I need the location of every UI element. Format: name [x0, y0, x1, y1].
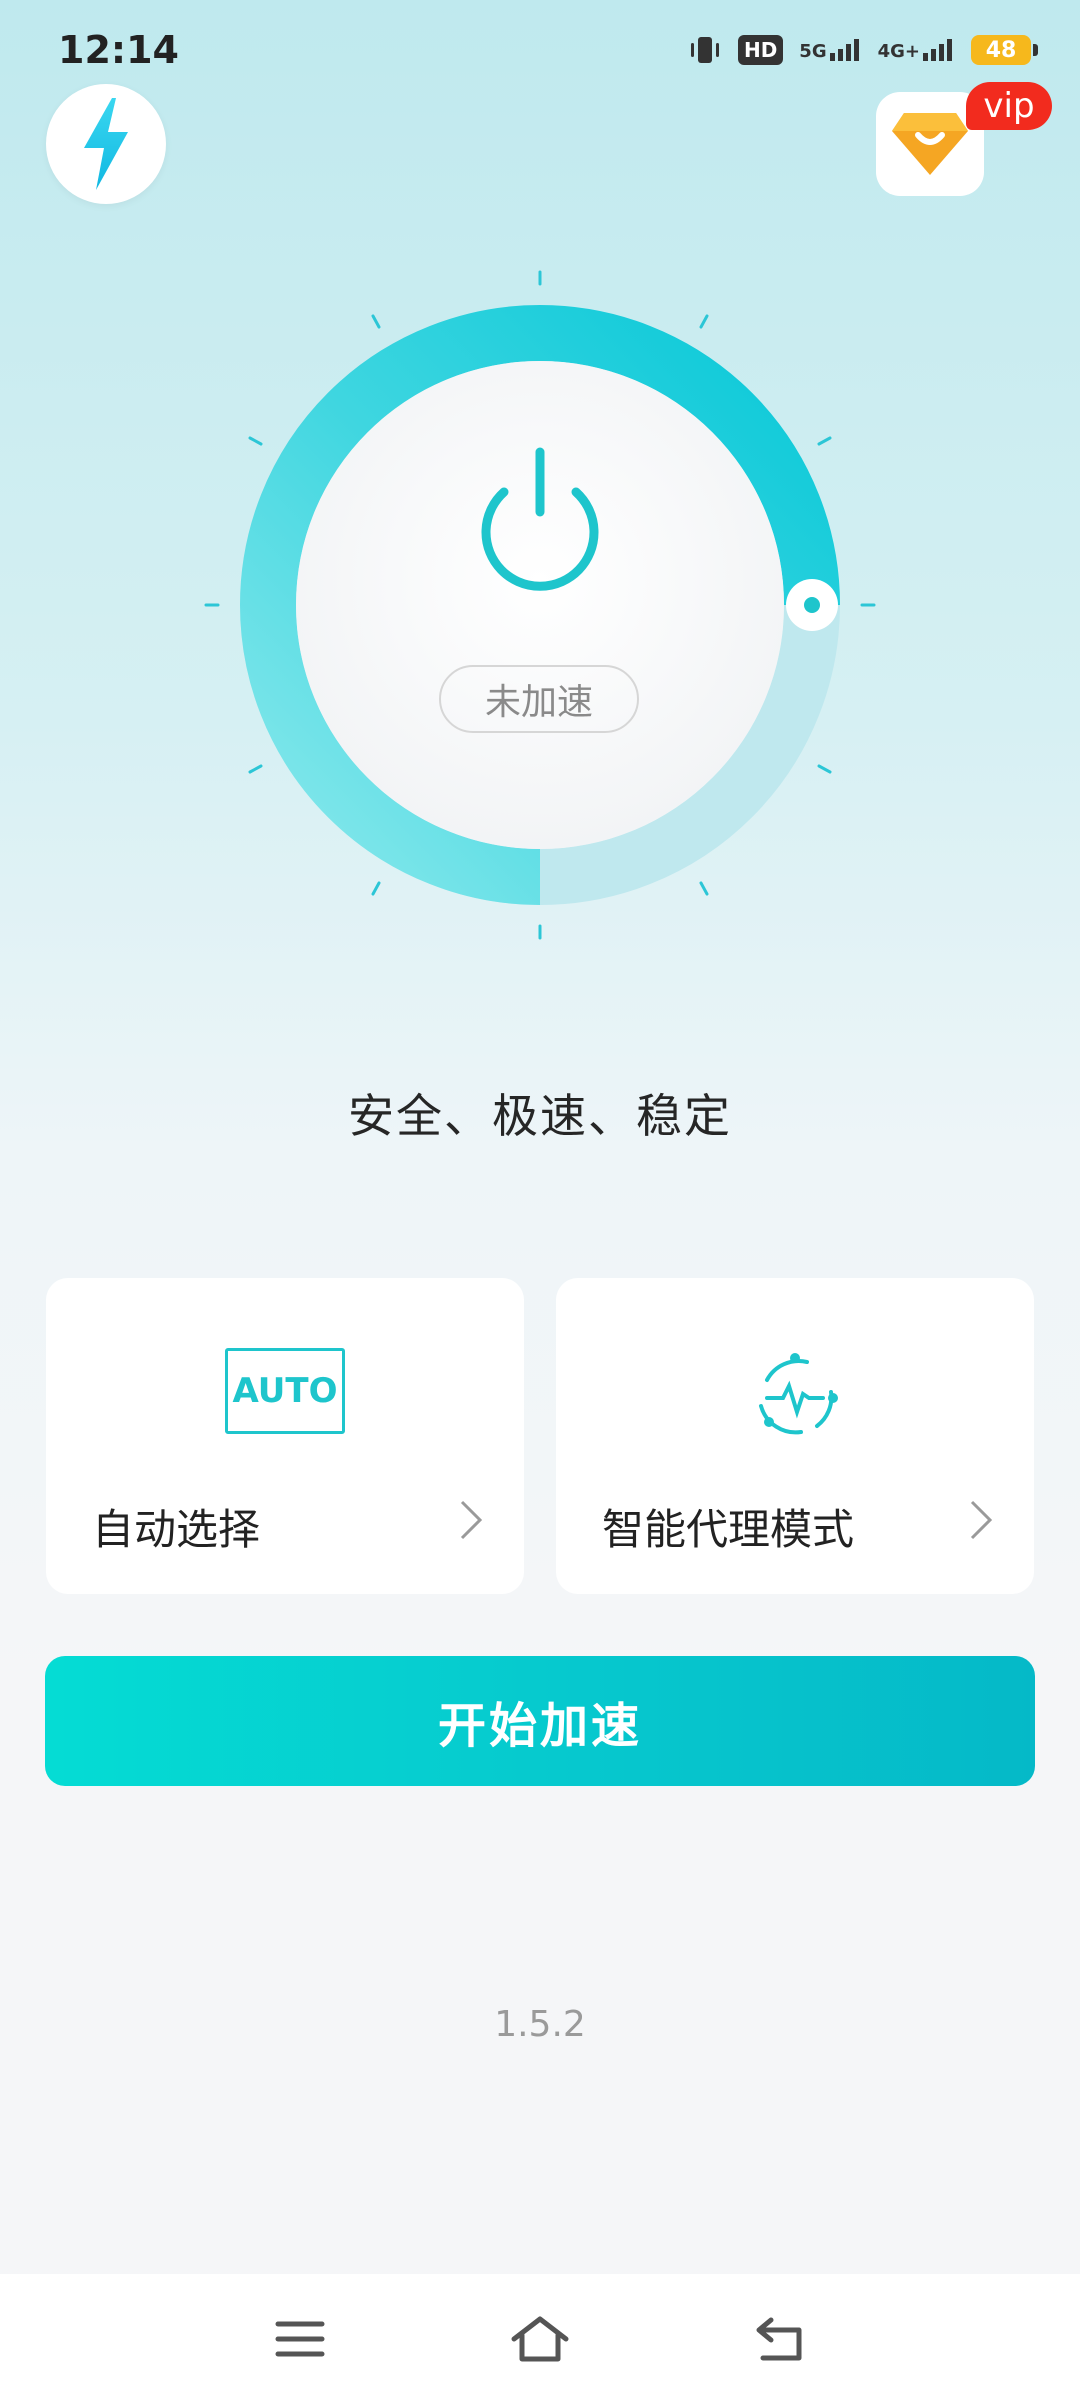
speed-dial[interactable]	[0, 250, 1080, 950]
battery-icon: 48	[971, 35, 1038, 65]
system-nav-bar	[0, 2274, 1080, 2400]
hd-voice-icon: HD	[737, 35, 784, 65]
net-label-4g: 4G+	[877, 41, 920, 62]
auto-select-card[interactable]: AUTO 自动选择	[46, 1278, 524, 1594]
vibrate-icon	[690, 37, 719, 63]
acceleration-status-label: 未加速	[439, 665, 639, 733]
auto-icon: AUTO	[225, 1348, 345, 1434]
battery-level: 48	[971, 35, 1031, 65]
status-time: 12:14	[58, 28, 179, 72]
menu-icon	[275, 2321, 325, 2357]
back-nav-button[interactable]	[745, 2304, 815, 2374]
app-logo-button[interactable]	[46, 84, 166, 204]
diamond-icon	[892, 113, 968, 175]
home-nav-button[interactable]	[505, 2304, 575, 2374]
smart-proxy-mode-label: 智能代理模式	[602, 1505, 855, 1554]
smart-proxy-mode-card[interactable]: 智能代理模式	[556, 1278, 1034, 1594]
lightning-icon	[84, 98, 128, 190]
slogan-text: 安全、极速、稳定	[348, 1089, 732, 1143]
back-icon	[756, 2317, 802, 2361]
chevron-right-icon	[970, 1500, 993, 1540]
chevron-right-icon	[460, 1500, 483, 1540]
menu-nav-button[interactable]	[265, 2304, 335, 2374]
home-icon	[511, 2316, 569, 2362]
status-icons: HD 5G 4G+ 48	[688, 35, 1038, 65]
vip-badge: vip	[966, 82, 1052, 130]
net-label-5g: 5G	[799, 41, 827, 62]
version-text: 1.5.2	[494, 2004, 586, 2045]
signal-5g-icon: 5G	[799, 39, 861, 61]
auto-select-label: 自动选择	[92, 1505, 261, 1554]
smart-proxy-icon	[759, 1353, 838, 1435]
status-bar: 12:14 HD 5G 4G+ 48	[0, 0, 1080, 100]
signal-4g-icon: 4G+	[878, 39, 955, 61]
start-acceleration-button[interactable]: 开始加速	[45, 1656, 1035, 1786]
